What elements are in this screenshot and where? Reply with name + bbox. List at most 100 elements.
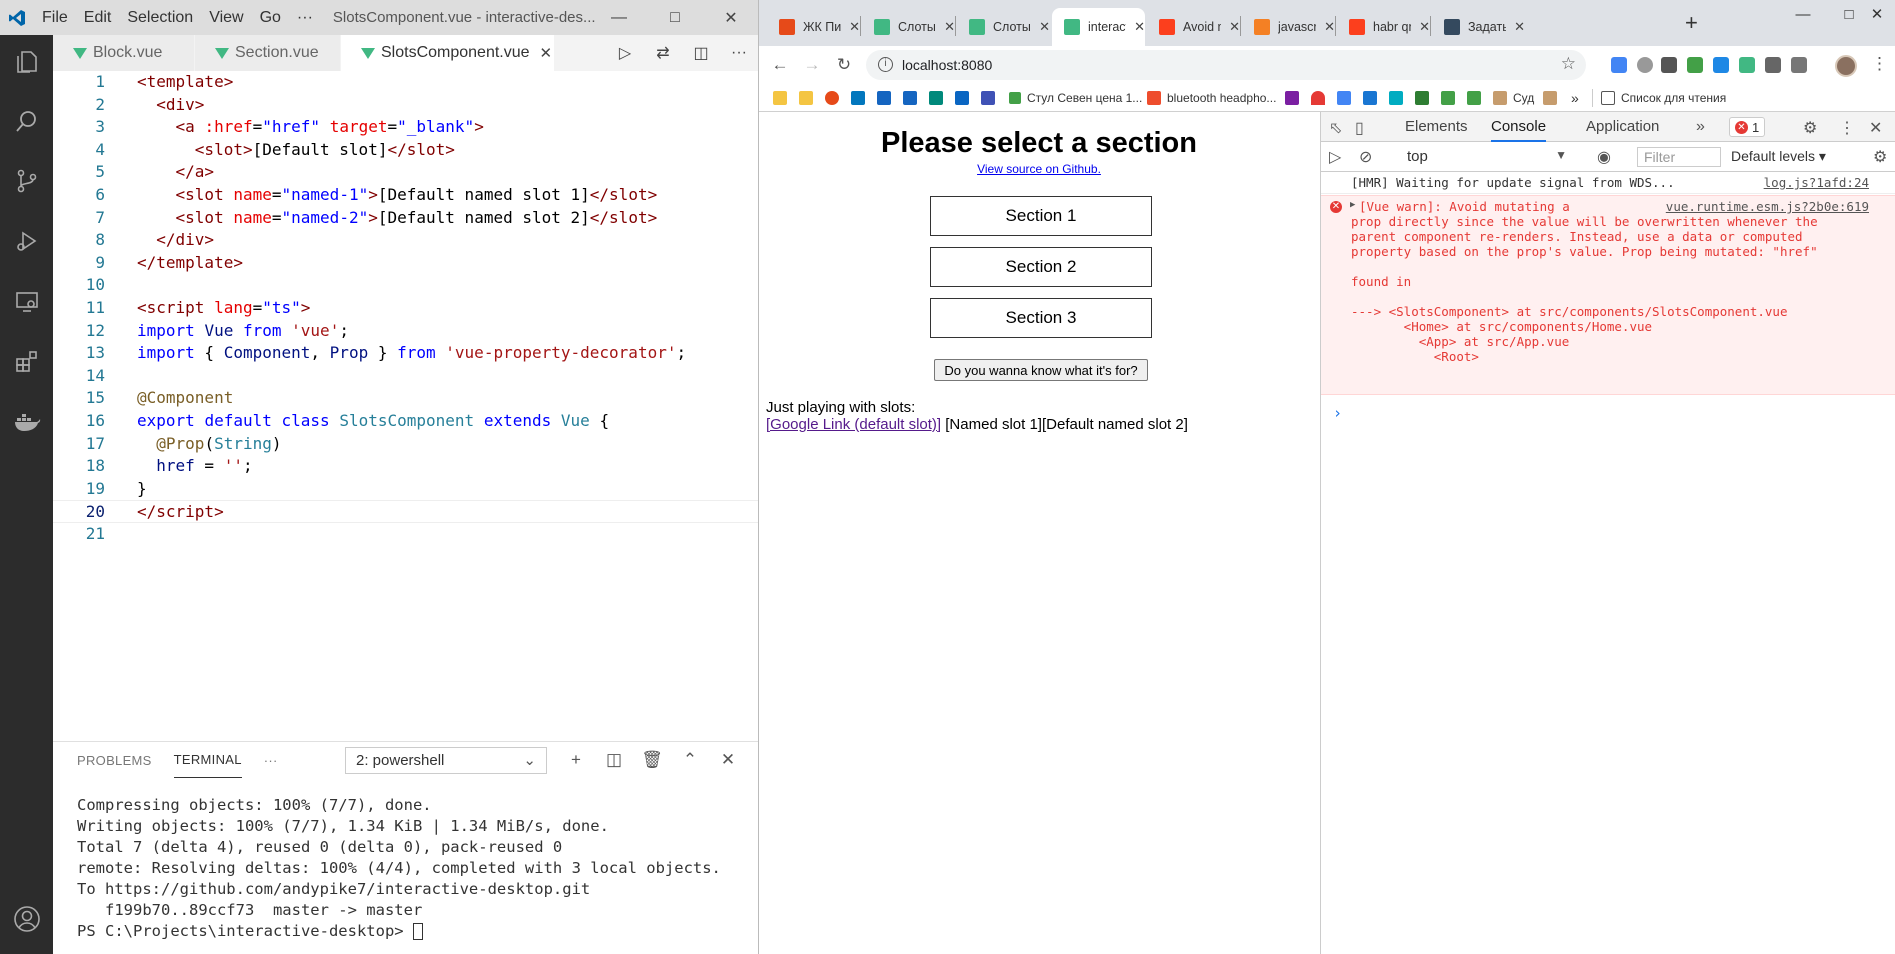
terminal-prompt[interactable]: PS C:\Projects\interactive-desktop> — [77, 921, 423, 942]
reload-icon[interactable]: ↻ — [830, 51, 858, 79]
code-line[interactable]: 16 export default class SlotsComponent ex… — [53, 410, 758, 433]
bookmark-item[interactable] — [851, 89, 871, 107]
code-line[interactable]: 21 — [53, 523, 758, 546]
bookmark-item[interactable] — [1415, 89, 1435, 107]
context-select[interactable]: top ▼ — [1407, 148, 1567, 166]
run-debug-icon[interactable] — [0, 215, 53, 267]
code-editor[interactable]: 1 <template> 2 <div> 3 <a :href="href" targ… — [53, 71, 758, 741]
settings-gear-icon[interactable]: ⚙ — [1803, 118, 1817, 138]
reading-list[interactable]: Список для чтения — [1601, 89, 1726, 107]
maximize-icon[interactable]: □ — [652, 0, 698, 35]
live-expression-eye-icon[interactable]: ◉ — [1597, 147, 1611, 167]
section-2-button[interactable]: Section 2 — [930, 247, 1152, 287]
bookmark-folder-icon[interactable] — [773, 89, 793, 107]
code-line[interactable]: 11 <script lang="ts"> — [53, 297, 758, 320]
tab-console[interactable]: Console — [1491, 112, 1547, 142]
code-line[interactable]: 18 href = ''; — [53, 455, 758, 478]
minimize-icon[interactable]: — — [596, 0, 642, 35]
bookmark-item[interactable]: Суд — [1493, 89, 1534, 107]
maximize-panel-icon[interactable]: ⌃ — [675, 746, 705, 774]
code-line[interactable]: 14 — [53, 365, 758, 388]
linkedin-icon[interactable] — [955, 89, 975, 107]
more-tabs-icon[interactable]: » — [1696, 118, 1705, 136]
code-line[interactable]: 1 <template> — [53, 71, 758, 94]
close-tab-icon[interactable]: ✕ — [1419, 19, 1430, 35]
tab-problems[interactable]: PROBLEMS — [77, 743, 152, 778]
browser-tab[interactable]: Avoid mu ✕ — [1147, 8, 1240, 46]
menu-file[interactable]: File — [34, 0, 76, 35]
code-line[interactable]: 13 import { Component, Prop } from 'vue-p… — [53, 342, 758, 365]
code-line[interactable]: 5 </a> — [53, 161, 758, 184]
close-tab-icon[interactable]: ✕ — [1039, 19, 1050, 35]
close-tab-icon[interactable]: ✕ — [849, 19, 860, 35]
close-devtools-icon[interactable]: ✕ — [1869, 118, 1882, 138]
translate-icon[interactable] — [1611, 57, 1627, 73]
bookmark-item[interactable] — [929, 89, 949, 107]
source-control-icon[interactable] — [0, 155, 53, 207]
browser-tab[interactable]: interactiv ✕ — [1052, 8, 1145, 46]
split-editor-icon[interactable]: ◫ — [682, 35, 720, 71]
browser-tab[interactable]: Слоты — ✕ — [957, 8, 1050, 46]
bookmark-item[interactable] — [1389, 89, 1409, 107]
split-terminal-icon[interactable]: ◫ — [599, 746, 629, 774]
console-prompt[interactable]: › — [1321, 404, 1895, 424]
explorer-icon[interactable] — [0, 35, 53, 87]
vue-devtools-icon[interactable] — [1739, 57, 1755, 73]
bookmark-item[interactable]: Стул Севен цена 1... — [1009, 89, 1142, 107]
close-panel-icon[interactable]: ✕ — [713, 746, 743, 774]
terminal-select[interactable]: 2: powershell ⌄ — [345, 747, 547, 774]
code-line[interactable]: 6 <slot name="named-1">[Default named sl… — [53, 184, 758, 207]
menu-edit[interactable]: Edit — [76, 0, 120, 35]
reading-list-icon[interactable] — [1791, 57, 1807, 73]
tab-block-vue[interactable]: Block.vue — [53, 35, 195, 71]
close-tab-icon[interactable]: ✕ — [944, 19, 955, 35]
avatar[interactable] — [1835, 55, 1857, 77]
error-count-badge[interactable]: ✕ 1 — [1729, 117, 1766, 137]
tab-elements[interactable]: Elements — [1405, 112, 1468, 142]
browser-tab[interactable]: Слоты — ✕ — [862, 8, 955, 46]
site-info-icon[interactable]: i — [878, 57, 893, 72]
address-bar[interactable]: i localhost:8080 ☆ — [866, 50, 1586, 80]
chrome-menu-icon[interactable]: ⋮ — [1871, 54, 1888, 74]
browser-tab[interactable]: javascript ✕ — [1242, 8, 1335, 46]
tab-section-vue[interactable]: Section.vue — [195, 35, 341, 71]
code-line[interactable]: 8 </div> — [53, 229, 758, 252]
close-tab-icon[interactable]: ✕ — [1229, 19, 1240, 35]
compare-changes-icon[interactable]: ⇄ — [644, 35, 682, 71]
inspect-element-icon[interactable]: ⬁ — [1329, 118, 1342, 138]
console-settings-icon[interactable]: ⚙ — [1873, 147, 1887, 167]
bookmark-item[interactable] — [903, 89, 923, 107]
browser-tab[interactable]: Задать в ✕ — [1432, 8, 1525, 46]
docker-icon[interactable] — [0, 395, 53, 447]
log-levels-select[interactable]: Default levels ▾ — [1731, 148, 1826, 165]
close-tab-icon[interactable]: ✕ — [1324, 19, 1335, 35]
bookmark-item[interactable] — [981, 89, 1001, 107]
filter-input[interactable]: Filter — [1637, 147, 1721, 167]
menu-more[interactable]: ··· — [289, 0, 321, 35]
code-line[interactable]: 9 </template> — [53, 252, 758, 275]
sidebar-toggle-icon[interactable]: ▷ — [1329, 147, 1341, 167]
bookmark-item[interactable] — [1543, 89, 1563, 107]
bookmark-star-icon[interactable]: ☆ — [1561, 54, 1576, 74]
source-link[interactable]: log.js?1afd:24 — [1764, 175, 1869, 190]
extension-icon[interactable] — [1687, 57, 1703, 73]
bookmark-item[interactable] — [877, 89, 897, 107]
bookmark-item[interactable] — [1285, 89, 1305, 107]
close-window-icon[interactable]: ✕ — [1854, 0, 1895, 28]
code-line[interactable]: 15 @Component — [53, 387, 758, 410]
close-tab-icon[interactable]: ✕ — [1514, 19, 1525, 35]
code-line[interactable]: 17 @Prop(String) — [53, 433, 758, 456]
close-window-icon[interactable]: ✕ — [708, 0, 754, 35]
close-tab-icon[interactable]: ✕ — [540, 44, 553, 62]
code-line[interactable]: 3 <a :href="href" target="_blank"> — [53, 116, 758, 139]
extension-icon[interactable] — [1637, 57, 1653, 73]
menu-go[interactable]: Go — [252, 0, 289, 35]
close-tab-icon[interactable]: ✕ — [1134, 19, 1145, 35]
extension-icon[interactable] — [1661, 57, 1677, 73]
code-line[interactable]: 20 </script> — [53, 500, 758, 523]
account-icon[interactable] — [0, 893, 53, 945]
extensions-puzzle-icon[interactable] — [1765, 57, 1781, 73]
device-toolbar-icon[interactable]: ▯ — [1355, 118, 1364, 138]
google-link[interactable]: [Google Link (default slot)] — [766, 416, 941, 433]
what-for-button[interactable]: Do you wanna know what it's for? — [934, 359, 1148, 381]
